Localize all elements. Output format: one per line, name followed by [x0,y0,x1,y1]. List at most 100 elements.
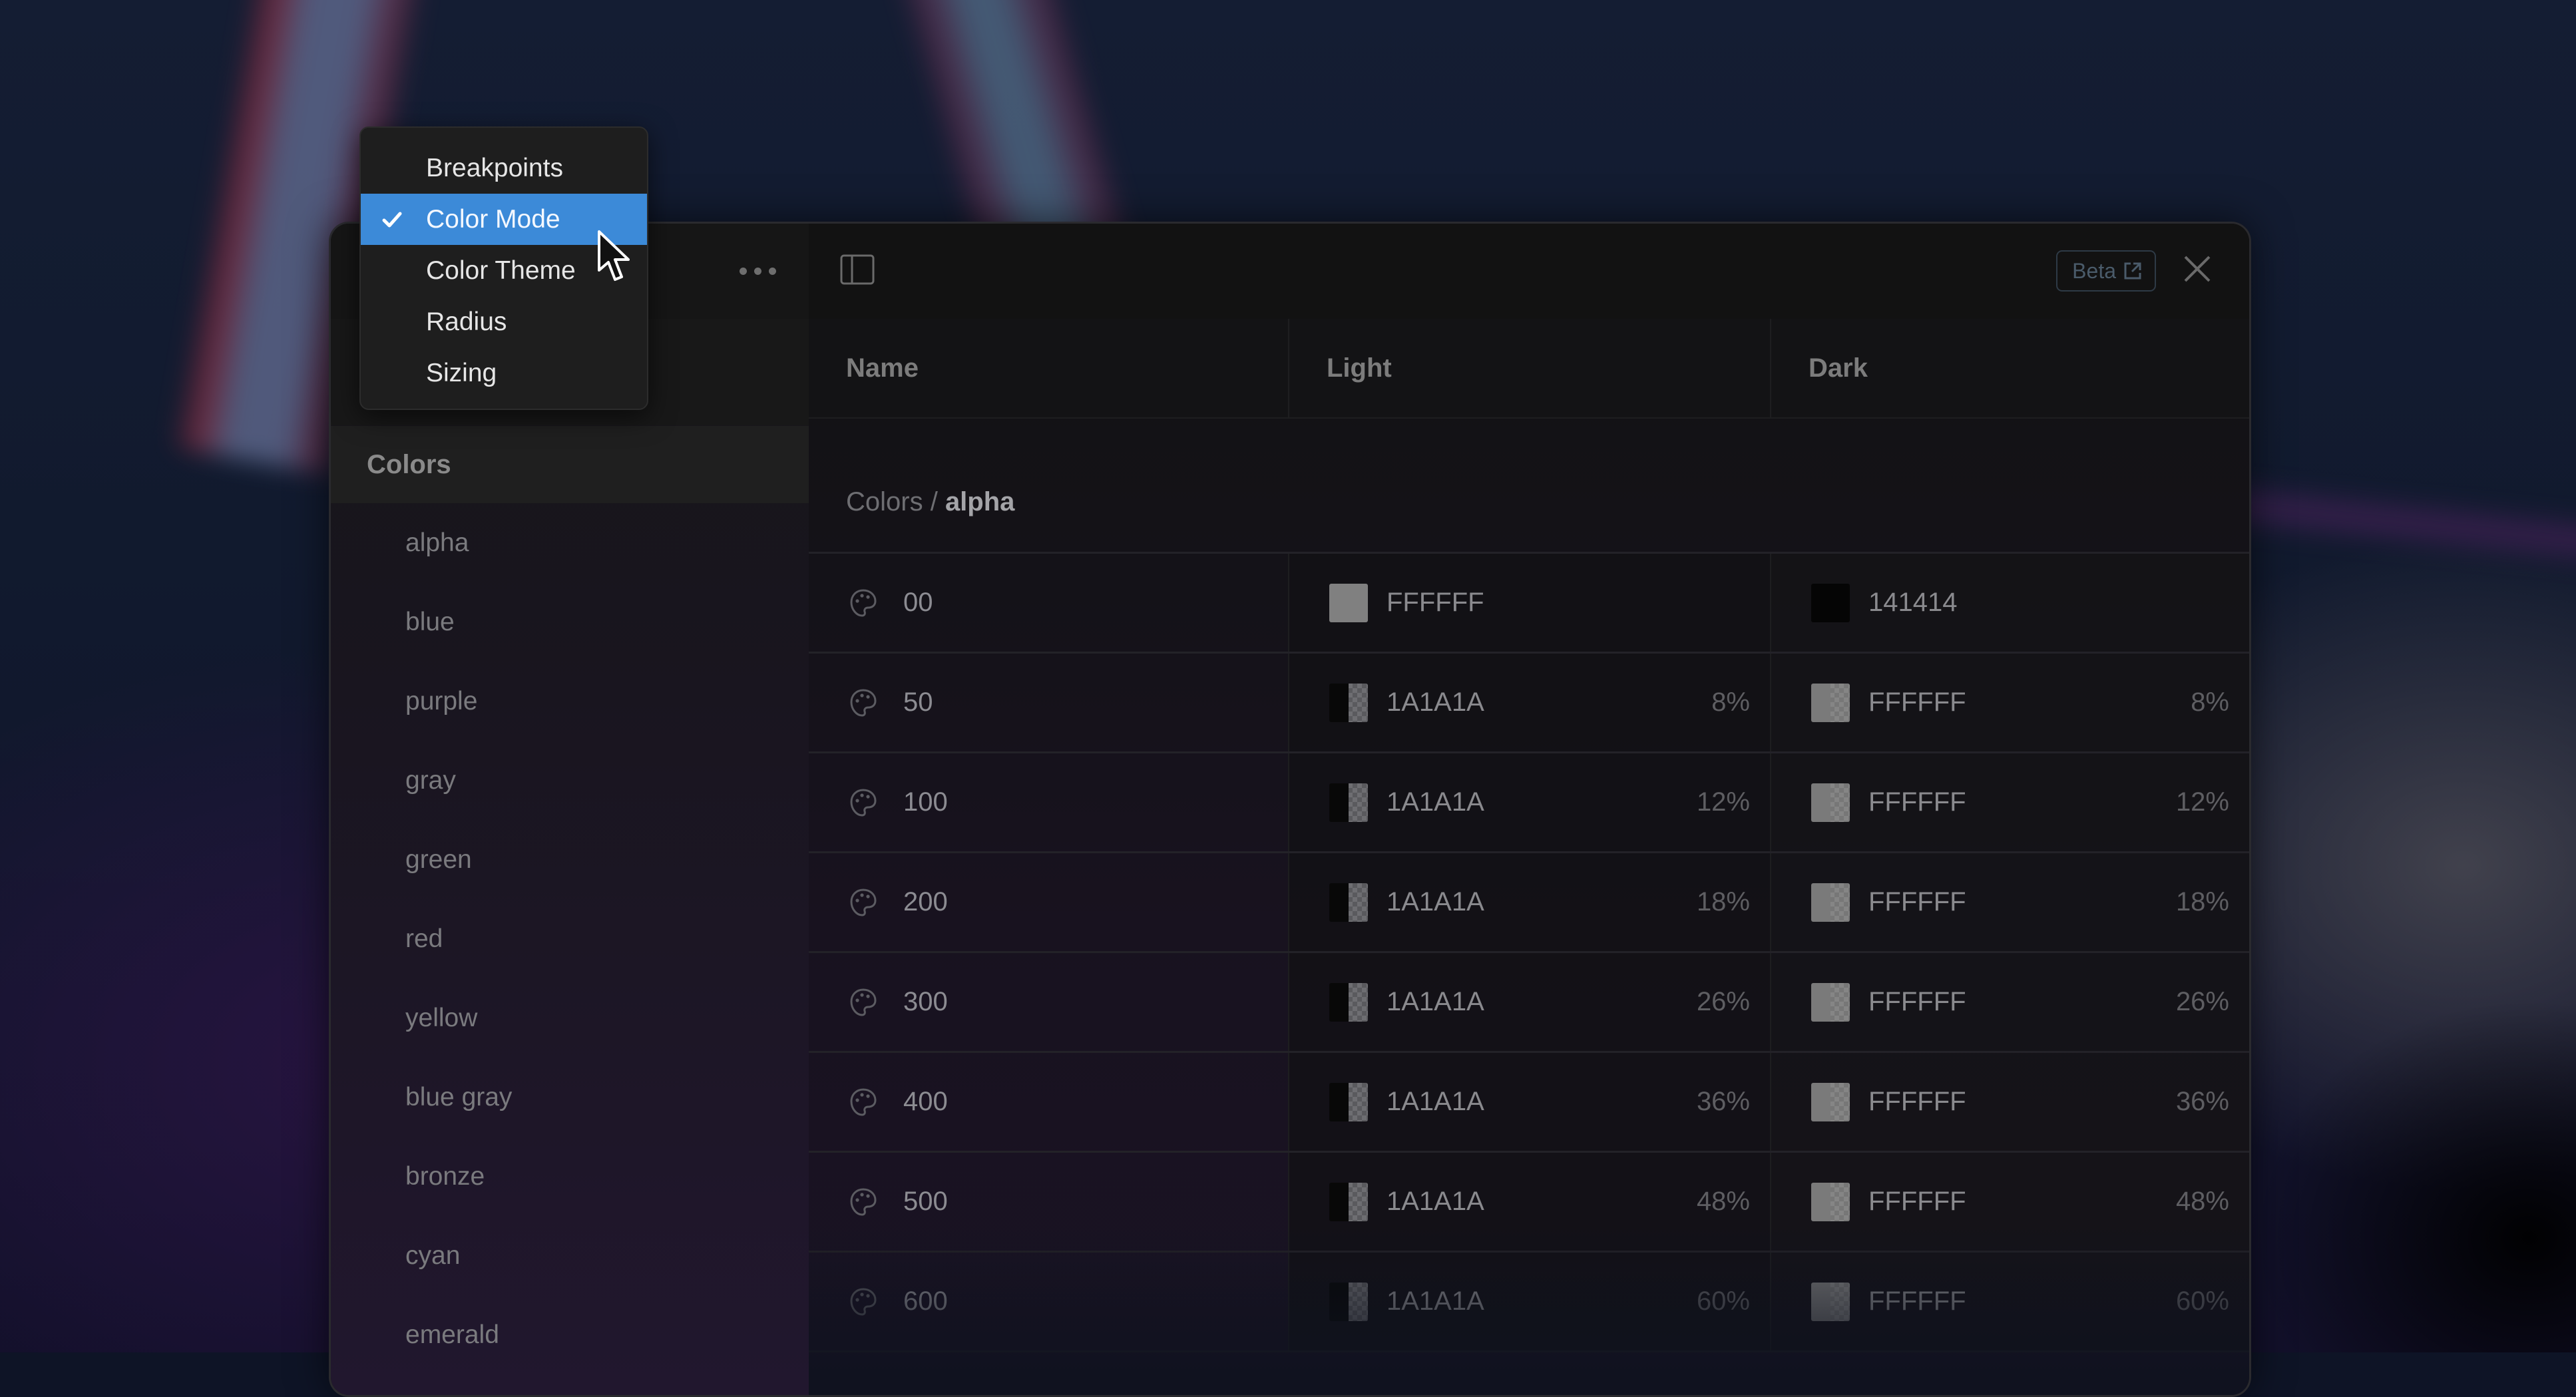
light-value-cell[interactable]: 1A1A1A 48% [1289,1153,1771,1251]
breadcrumb-parent[interactable]: Colors [846,487,923,517]
palette-icon [850,1187,877,1216]
token-name-cell: 600 [809,1253,1289,1350]
color-swatch[interactable] [1329,1182,1368,1221]
sidebar-item-yellow[interactable]: yellow [331,978,809,1058]
sidebar-panel-icon[interactable] [839,254,875,286]
table-row[interactable]: 400 1A1A1A 36% FFFFFF 36% [809,1053,2249,1153]
opacity-value: 8% [1711,688,1750,717]
more-options-button[interactable] [740,268,776,275]
token-name: 300 [903,987,948,1016]
sidebar-item-purple[interactable]: purple [331,662,809,741]
main-toolbar: Beta [809,224,2249,320]
close-icon[interactable] [2180,252,2215,286]
token-name-cell: 400 [809,1053,1289,1151]
sidebar-item-red[interactable]: red [331,899,809,978]
light-value-cell[interactable]: 1A1A1A 36% [1289,1053,1771,1151]
sidebar-section-header[interactable]: Colors [331,426,809,503]
beta-badge-link[interactable]: Beta [2056,250,2156,292]
opacity-value: 48% [1696,1187,1750,1216]
dark-value-cell[interactable]: FFFFFF 12% [1771,753,2249,851]
light-value-cell[interactable]: 1A1A1A 12% [1289,753,1771,851]
sidebar-item-alpha[interactable]: alpha [331,503,809,582]
ellipsis-icon [769,268,776,275]
dark-value-cell[interactable]: FFFFFF 8% [1771,654,2249,751]
color-swatch[interactable] [1811,683,1850,722]
dark-value-cell[interactable]: FFFFFF 26% [1771,953,2249,1051]
color-swatch[interactable] [1329,982,1368,1022]
menu-item-radius[interactable]: Radius [361,296,647,347]
table-row[interactable]: 50 1A1A1A 8% FFFFFF 8% [809,654,2249,753]
light-value-cell[interactable]: FFFFFF [1289,554,1771,652]
color-swatch[interactable] [1811,883,1850,922]
table-row[interactable]: 300 1A1A1A 26% FFFFFF 26% [809,953,2249,1053]
table-row[interactable]: 500 1A1A1A 48% FFFFFF 48% [809,1153,2249,1253]
hex-value: 1A1A1A [1387,787,1484,817]
column-header-light[interactable]: Light [1289,319,1771,417]
sidebar-item-blue[interactable]: blue [331,582,809,662]
color-swatch[interactable] [1329,583,1368,622]
light-value-cell[interactable]: 1A1A1A 26% [1289,953,1771,1051]
palette-icon [850,588,877,617]
token-name-cell: 500 [809,1153,1289,1251]
sidebar-item-emerald[interactable]: emerald [331,1295,809,1374]
sidebar-item-cyan[interactable]: cyan [331,1216,809,1295]
sidebar-list: alpha blue purple gray green red yellow blue gr… [331,503,809,1374]
palette-icon [850,688,877,717]
color-swatch[interactable] [1329,1282,1368,1321]
hex-value: 1A1A1A [1387,987,1484,1016]
dark-value-cell[interactable]: FFFFFF 48% [1771,1153,2249,1251]
color-swatch[interactable] [1811,1182,1850,1221]
dark-value-cell[interactable]: FFFFFF 60% [1771,1253,2249,1350]
table-row[interactable]: 600 1A1A1A 60% FFFFFF 60% [809,1253,2249,1352]
color-swatch[interactable] [1329,783,1368,822]
color-swatch[interactable] [1811,1082,1850,1121]
hex-value: 1A1A1A [1387,887,1484,916]
sidebar-item-gray[interactable]: gray [331,741,809,820]
opacity-value: 36% [1696,1087,1750,1116]
table-row[interactable]: 200 1A1A1A 18% FFFFFF 18% [809,853,2249,953]
color-swatch[interactable] [1811,1282,1850,1321]
palette-icon [850,988,877,1016]
column-header-name[interactable]: Name [809,319,1289,417]
menu-item-color-theme[interactable]: Color Theme [361,245,647,296]
light-value-cell[interactable]: 1A1A1A 60% [1289,1253,1771,1350]
opacity-value: 18% [1696,887,1750,916]
hex-value: 1A1A1A [1387,688,1484,717]
opacity-value: 18% [2175,887,2229,916]
hex-value: FFFFFF [1868,688,1966,717]
sidebar-item-green[interactable]: green [331,820,809,899]
sidebar-item-bronze[interactable]: bronze [331,1137,809,1216]
menu-item-sizing[interactable]: Sizing [361,347,647,399]
checkmark-icon [382,212,402,227]
opacity-value: 36% [2175,1087,2229,1116]
palette-icon [850,888,877,916]
menu-item-breakpoints[interactable]: Breakpoints [361,142,647,194]
color-swatch[interactable] [1811,583,1850,622]
color-swatch[interactable] [1329,1082,1368,1121]
menu-item-color-mode[interactable]: Color Mode [361,194,647,245]
table-row[interactable]: 100 1A1A1A 12% FFFFFF 12% [809,753,2249,853]
dark-value-cell[interactable]: FFFFFF 36% [1771,1053,2249,1151]
hex-value: 141414 [1868,588,1958,617]
column-header-dark[interactable]: Dark [1771,319,2249,417]
dark-value-cell[interactable]: FFFFFF 18% [1771,853,2249,951]
light-value-cell[interactable]: 1A1A1A 8% [1289,654,1771,751]
menu-item-label: Breakpoints [426,153,563,182]
color-swatch[interactable] [1811,982,1850,1022]
breadcrumb: Colors / alpha [809,417,2249,554]
table-row[interactable]: 00 FFFFFF 141414 [809,554,2249,654]
dark-value-cell[interactable]: 141414 [1771,554,2249,652]
hex-value: FFFFFF [1387,588,1484,617]
color-swatch[interactable] [1329,683,1368,722]
color-swatch[interactable] [1329,883,1368,922]
sidebar-item-blue-gray[interactable]: blue gray [331,1058,809,1137]
ellipsis-icon [754,268,761,275]
token-name: 00 [903,588,933,617]
color-swatch[interactable] [1811,783,1850,822]
hex-value: FFFFFF [1868,887,1966,916]
hex-value: FFFFFF [1868,987,1966,1016]
table-header: Name Light Dark [809,319,2249,419]
light-value-cell[interactable]: 1A1A1A 18% [1289,853,1771,951]
menu-item-label: Color Theme [426,256,576,285]
menu-item-label: Sizing [426,358,497,387]
